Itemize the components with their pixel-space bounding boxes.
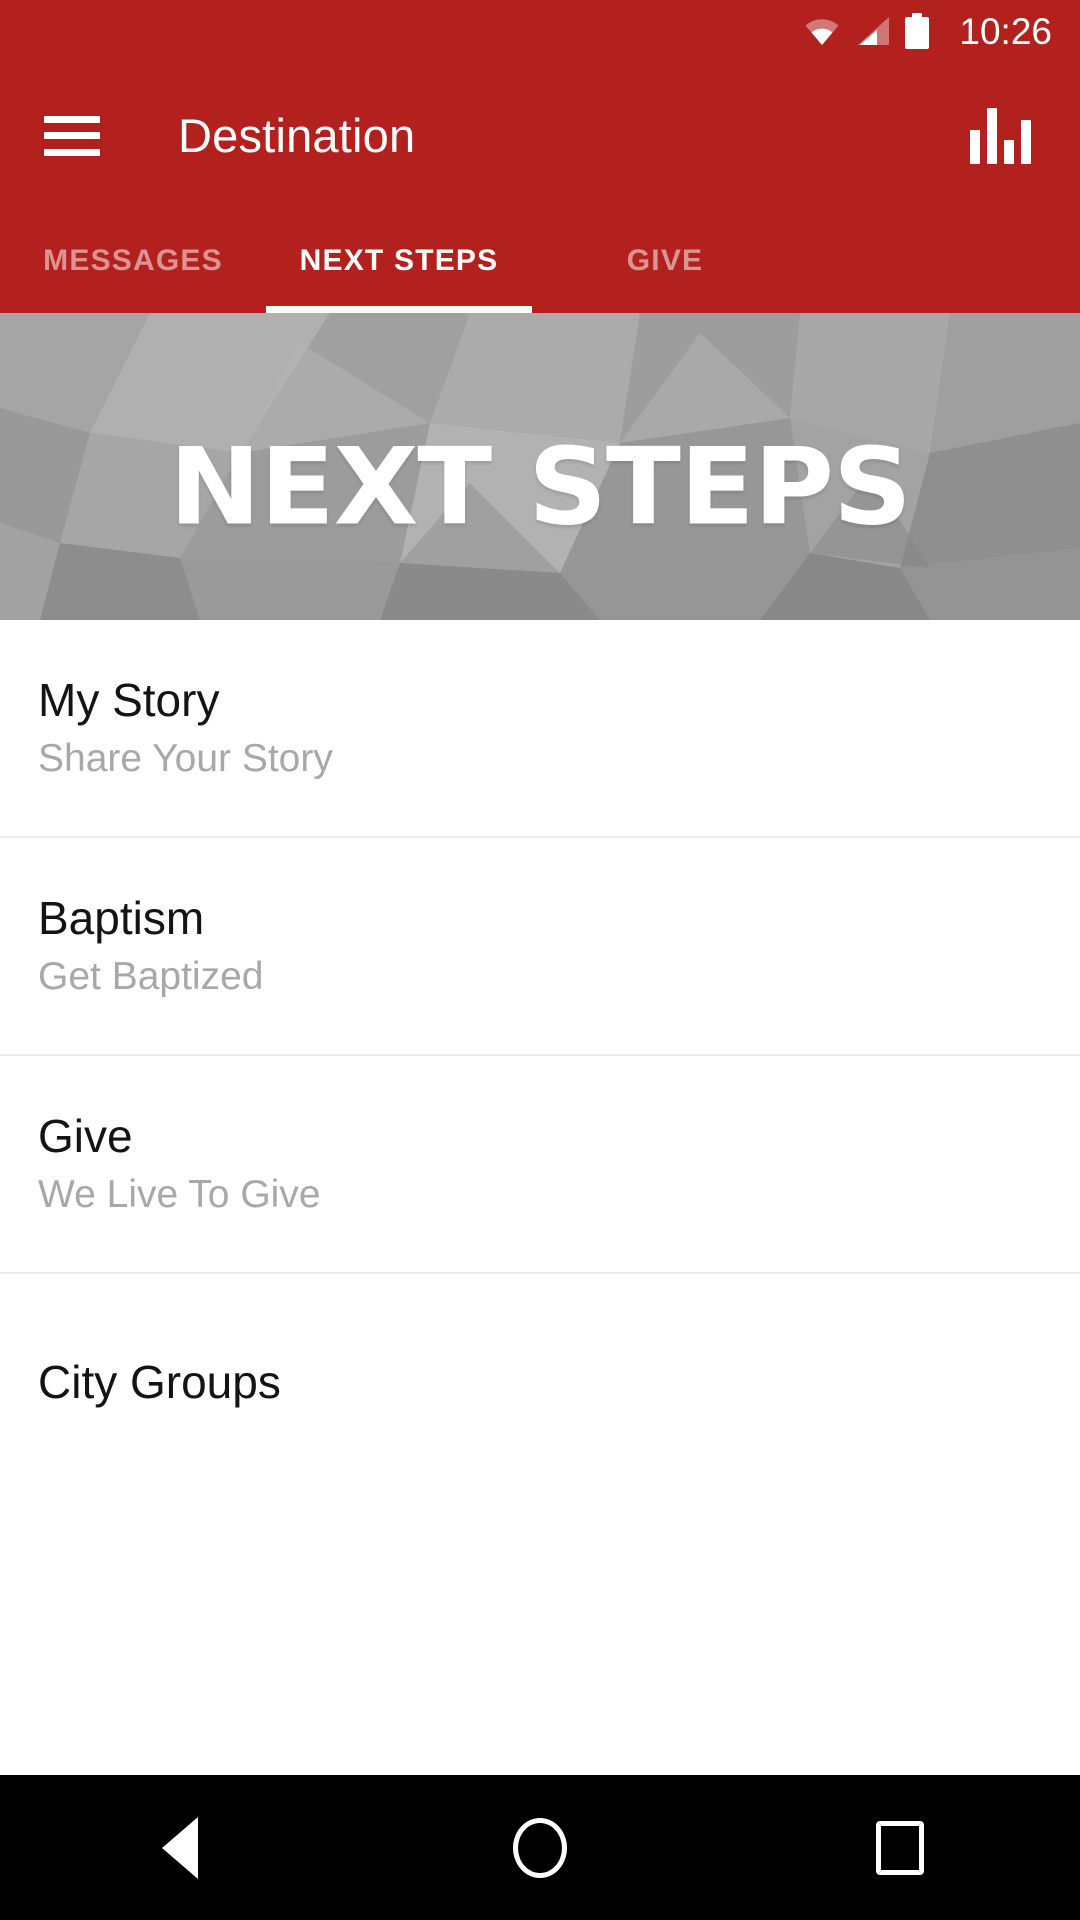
hero-banner: NEXT STEPS [0,313,1080,620]
status-bar-clock: 10:26 [959,10,1052,52]
recents-button[interactable] [820,1775,980,1920]
list-item-title: My Story [38,674,220,726]
back-button[interactable] [100,1775,260,1920]
list-item-give[interactable]: Give We Live To Give [0,1056,1080,1272]
tab-bar: MESSAGES NEXT STEPS GIVE [0,209,1080,313]
list-item-subtitle: Share Your Story [38,737,333,780]
app-screen: 10:26 Destination MESSAGES NEXT STEPS GI… [0,0,1080,1920]
wifi-icon [803,16,841,46]
bar-chart-icon[interactable] [970,107,1032,164]
list-item-my-story[interactable]: My Story Share Your Story [0,620,1080,836]
tab-next-steps-label: NEXT STEPS [299,244,499,277]
app-header: 10:26 Destination MESSAGES NEXT STEPS GI… [0,0,1080,313]
list-item-subtitle: We Live To Give [38,1173,321,1216]
tab-messages[interactable]: MESSAGES [0,209,266,313]
battery-icon [905,13,930,49]
back-triangle-icon [162,1816,198,1879]
page-title: Destination [178,109,416,162]
tab-messages-label: MESSAGES [43,244,223,277]
hero-title: NEXT STEPS [169,426,912,550]
home-button[interactable] [460,1775,620,1920]
toolbar: Destination [0,62,1080,209]
tab-give[interactable]: GIVE [532,209,798,313]
tab-active-indicator [266,306,532,313]
status-bar: 10:26 [0,0,1080,62]
hamburger-menu-icon[interactable] [44,115,100,156]
status-bar-icons: 10:26 [803,13,1052,50]
home-circle-icon [513,1817,567,1878]
list-item-city-groups[interactable]: City Groups [0,1274,1080,1490]
cellular-signal-icon [855,16,891,46]
list-item-title: City Groups [38,1356,281,1408]
android-navigation-bar [0,1775,1080,1920]
list-item-baptism[interactable]: Baptism Get Baptized [0,838,1080,1054]
next-steps-list: My Story Share Your Story Baptism Get Ba… [0,620,1080,1775]
tab-next-steps[interactable]: NEXT STEPS [266,209,532,313]
list-item-title: Give [38,1110,133,1162]
recents-square-icon [876,1820,924,1875]
list-item-subtitle: Get Baptized [38,955,264,998]
list-item-title: Baptism [38,892,205,944]
tab-give-label: GIVE [626,244,704,277]
